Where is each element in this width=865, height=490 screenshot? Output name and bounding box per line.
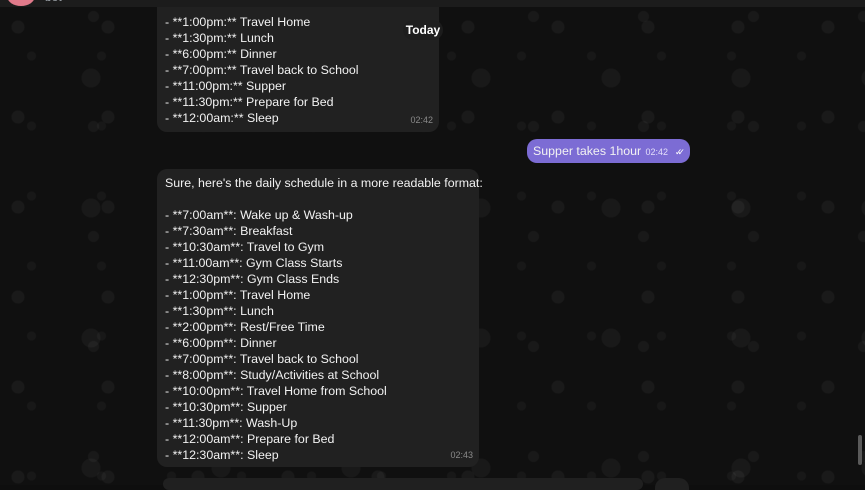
message-line: - **12:00am**: Prepare for Bed	[165, 432, 335, 446]
message-line: - **7:00am**: Wake up & Wash-up	[165, 208, 353, 222]
send-button[interactable]	[655, 478, 689, 490]
message-line: - **11:30pm**: Wash-Up	[165, 416, 298, 430]
message-line: - **11:00pm:** Supper	[165, 79, 286, 93]
message-line: - **8:00pm**: Study/Activities at School	[165, 368, 380, 382]
message-line: - **2:00pm**: Rest/Free Time	[165, 320, 325, 334]
message-line: - **7:00pm:** Travel back to School	[165, 63, 359, 77]
message-line: - **6:00pm:** Dinner	[165, 47, 277, 61]
message-bubble-incoming[interactable]: Sure, here's the daily schedule in a mor…	[157, 169, 483, 467]
chat-title[interactable]: bot	[45, 0, 62, 4]
message-line: - **12:30pm**: Gym Class Ends	[165, 272, 340, 286]
message-line: - **6:00pm**: Dinner	[165, 336, 277, 350]
message-line: - **1:00pm**: Travel Home	[165, 288, 311, 302]
message-line: - **7:30am**: Breakfast	[165, 224, 293, 238]
message-line: - **1:30pm:** Lunch	[165, 31, 274, 45]
message-line: - **10:30pm**: Supper	[165, 400, 287, 414]
message-line: - **11:30pm:** Prepare for Bed	[165, 95, 334, 109]
message-time: 02:42	[645, 147, 668, 157]
message-composer[interactable]	[163, 478, 643, 490]
scrollbar[interactable]	[858, 435, 862, 465]
message-line: - **12:00am:** Sleep	[165, 111, 279, 125]
message-line: - **1:30pm**: Lunch	[165, 304, 274, 318]
message-time: 02:42	[410, 115, 433, 125]
message-line: Sure, here's the daily schedule in a mor…	[165, 176, 483, 190]
message-time: 02:43	[450, 450, 473, 460]
chat-header[interactable]: bot	[0, 0, 865, 7]
message-line: - **10:00pm**: Travel Home from School	[165, 384, 387, 398]
avatar[interactable]	[7, 0, 35, 6]
message-line: - **1:00pm:** Travel Home	[165, 15, 311, 29]
message-line: - **7:00pm**: Travel back to School	[165, 352, 359, 366]
message-line: - **11:00am**: Gym Class Starts	[165, 256, 343, 270]
message-line	[165, 191, 471, 207]
message-bubble-incoming[interactable]: - **1:00pm:** Travel Home - **1:30pm:** …	[157, 0, 439, 132]
read-receipt-icon: ✓✓	[674, 147, 685, 157]
message-line: - **12:30am**: Sleep	[165, 448, 279, 462]
message-line: - **10:30am**: Travel to Gym	[165, 240, 325, 254]
date-badge: Today	[403, 20, 443, 40]
message-bubble-outgoing[interactable]: Supper takes 1hour 02:42 ✓✓	[527, 139, 690, 163]
